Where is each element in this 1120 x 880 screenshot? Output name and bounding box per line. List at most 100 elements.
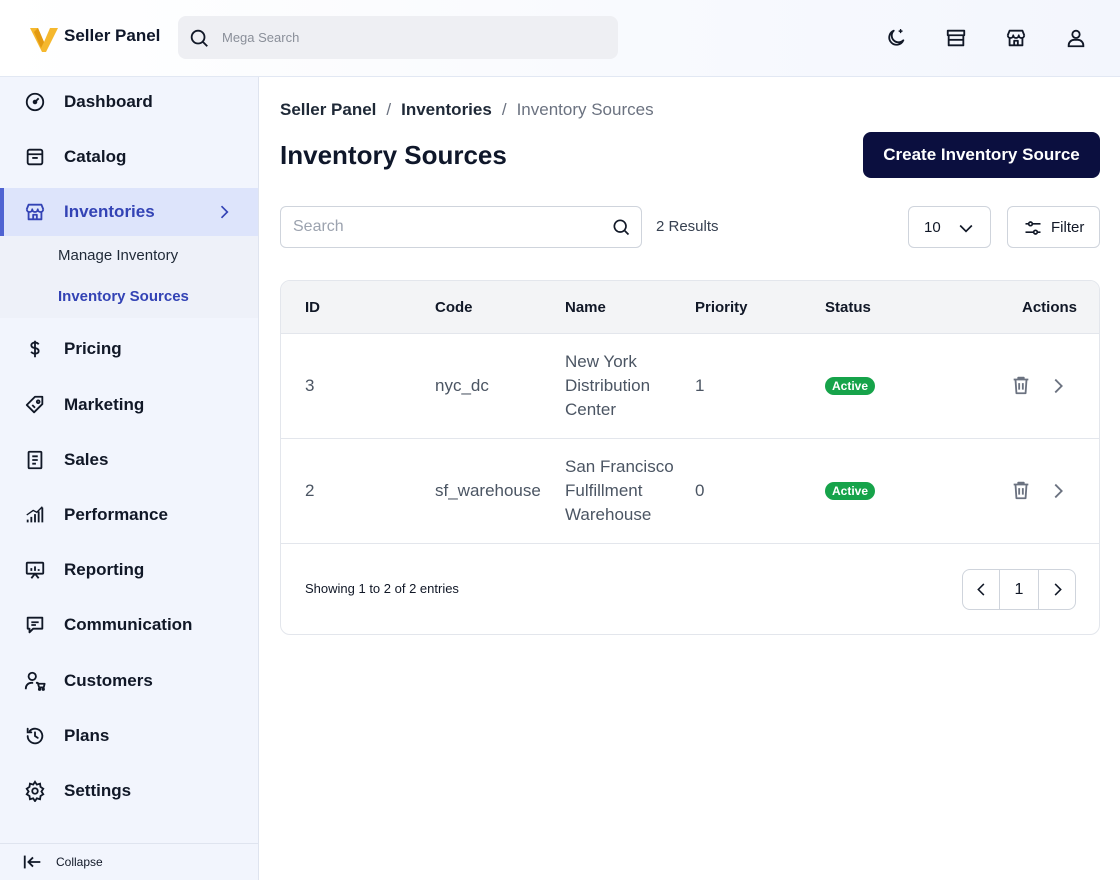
warehouse-icon	[25, 203, 45, 221]
current-page[interactable]: 1	[1000, 570, 1038, 609]
cell-priority: 0	[695, 481, 705, 500]
chevron-right-icon	[220, 205, 229, 219]
filter-button[interactable]: Filter	[1007, 206, 1100, 248]
inventories-submenu: Manage Inventory Inventory Sources	[0, 236, 258, 318]
sidebar-item-customers[interactable]: Customers	[0, 657, 258, 705]
sidebar-item-marketing[interactable]: Marketing	[0, 381, 258, 429]
column-header-priority: Priority	[695, 299, 748, 316]
sidebar-item-plans[interactable]: Plans	[0, 712, 258, 760]
sidebar-item-label: Performance	[64, 505, 168, 524]
gear-icon	[25, 780, 45, 802]
sidebar-item-label: Customers	[64, 671, 153, 690]
table-search-input[interactable]	[293, 207, 603, 247]
sidebar-item-label: Marketing	[64, 395, 145, 414]
sidebar-item-settings[interactable]: Settings	[0, 767, 258, 815]
theme-toggle-icon[interactable]	[885, 27, 907, 49]
chat-icon	[26, 616, 44, 634]
presentation-icon	[25, 561, 45, 579]
tag-icon	[25, 395, 44, 414]
previous-page-button[interactable]	[963, 570, 1000, 609]
column-header-code: Code	[435, 299, 473, 316]
table-row: 3 nyc_dc New York Distribution Center 1 …	[281, 334, 1099, 439]
sidebar-item-inventories[interactable]: Inventories	[0, 188, 258, 236]
submenu-item-manage-inventory[interactable]: Manage Inventory	[58, 247, 178, 264]
column-header-id: ID	[305, 299, 320, 316]
mega-search-input[interactable]	[222, 16, 602, 59]
cell-code: nyc_dc	[435, 376, 489, 395]
table-search[interactable]	[280, 206, 642, 248]
cell-name: New York Distribution Center	[565, 352, 651, 419]
sidebar-item-reporting[interactable]: Reporting	[0, 546, 258, 594]
sidebar-item-label: Inventories	[64, 202, 155, 221]
document-icon	[27, 450, 43, 470]
sidebar-item-label: Settings	[64, 781, 132, 800]
dashboard-icon	[25, 92, 45, 112]
next-page-button[interactable]	[1038, 570, 1075, 609]
sidebar-item-dashboard[interactable]: Dashboard	[0, 78, 258, 126]
sidebar-item-sales[interactable]: Sales	[0, 436, 258, 484]
search-icon	[190, 29, 208, 47]
sliders-icon	[1025, 221, 1041, 235]
sidebar-item-label: Reporting	[64, 560, 145, 579]
mega-search[interactable]	[178, 16, 618, 59]
sidebar-item-pricing[interactable]: Pricing	[0, 325, 258, 373]
sidebar-item-label: Dashboard	[64, 92, 153, 111]
chevron-right-icon	[1054, 583, 1062, 596]
create-inventory-source-button[interactable]: Create Inventory Source	[863, 132, 1100, 178]
filter-label: Filter	[1051, 219, 1085, 236]
chevron-left-icon	[977, 583, 985, 596]
submenu-item-inventory-sources[interactable]: Inventory Sources	[58, 288, 189, 305]
chevron-right-icon[interactable]	[1047, 375, 1069, 397]
sidebar: Dashboard Catalog Inventories Manage Inv…	[0, 77, 259, 880]
collapse-label: Collapse	[56, 855, 103, 869]
sidebar-item-catalog[interactable]: Catalog	[0, 133, 258, 181]
column-header-status: Status	[825, 299, 871, 316]
sidebar-item-label: Catalog	[64, 147, 127, 166]
breadcrumb-inventories[interactable]: Inventories	[401, 100, 492, 120]
catalog-icon	[26, 148, 44, 166]
brand-name: Seller Panel	[64, 26, 161, 45]
table-row: 2 sf_warehouse San Francisco Fulfillment…	[281, 439, 1099, 544]
breadcrumb-separator: /	[501, 100, 507, 119]
pagination: 1	[962, 569, 1076, 610]
per-page-select[interactable]: 10	[908, 206, 991, 248]
history-icon	[26, 727, 44, 745]
pagination-summary: Showing 1 to 2 of 2 entries	[305, 581, 459, 596]
search-icon[interactable]	[611, 217, 631, 237]
breadcrumb-current: Inventory Sources	[516, 100, 654, 119]
storefront-icon[interactable]	[945, 27, 967, 49]
trash-icon[interactable]	[1010, 374, 1032, 396]
cell-id: 3	[305, 376, 315, 395]
chevron-right-icon[interactable]	[1047, 480, 1069, 502]
cell-name: San Francisco Fulfillment Warehouse	[565, 457, 674, 524]
page-title: Inventory Sources	[280, 140, 507, 170]
results-count: 2 Results	[656, 218, 719, 235]
status-badge: Active	[825, 377, 876, 395]
sidebar-item-label: Sales	[64, 450, 109, 469]
cell-priority: 1	[695, 376, 705, 395]
sidebar-item-label: Plans	[64, 726, 110, 745]
breadcrumb: Seller Panel / Inventories / Inventory S…	[280, 100, 654, 120]
cell-code: sf_warehouse	[435, 481, 541, 500]
collapse-button[interactable]: Collapse	[0, 843, 258, 880]
user-icon[interactable]	[1065, 27, 1087, 49]
sidebar-item-performance[interactable]: Performance	[0, 491, 258, 539]
trash-icon[interactable]	[1010, 479, 1032, 501]
sidebar-item-label: Communication	[64, 615, 193, 634]
sidebar-item-label: Pricing	[64, 339, 122, 358]
bar-chart-icon	[26, 506, 44, 523]
breadcrumb-seller-panel[interactable]: Seller Panel	[280, 100, 376, 120]
status-badge: Active	[825, 482, 876, 500]
column-header-actions: Actions	[1021, 299, 1077, 316]
column-header-name: Name	[565, 299, 606, 316]
chevron-down-icon	[959, 224, 973, 233]
per-page-value: 10	[924, 219, 941, 236]
collapse-icon	[23, 855, 41, 869]
inventory-sources-table: ID Code Name Priority Status Actions 3 n…	[280, 280, 1100, 635]
cell-id: 2	[305, 481, 315, 500]
store-icon[interactable]	[1005, 27, 1027, 49]
breadcrumb-separator: /	[386, 100, 392, 119]
logo-icon	[30, 28, 58, 52]
sidebar-item-communication[interactable]: Communication	[0, 601, 258, 649]
customers-icon	[24, 671, 46, 691]
